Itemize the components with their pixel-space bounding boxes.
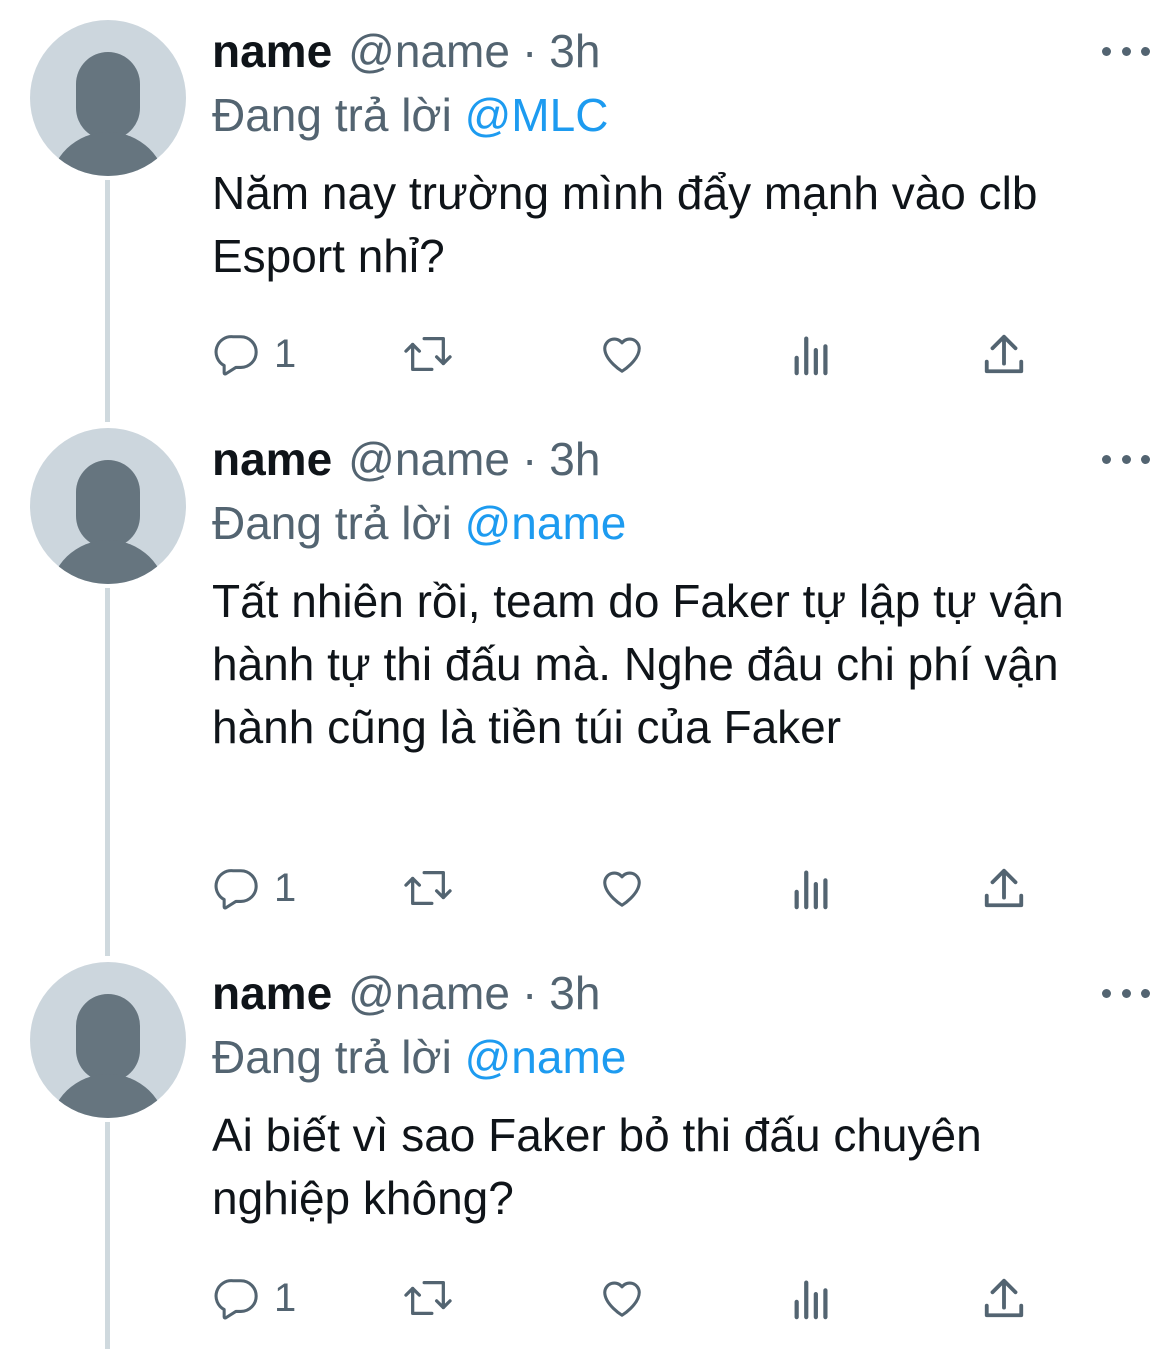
- reply-icon: [214, 335, 258, 376]
- share-button[interactable]: [982, 324, 1026, 384]
- tweet-text: Tất nhiên rồi, team do Faker tự lập tự v…: [212, 575, 1064, 753]
- display-name[interactable]: name: [212, 22, 332, 80]
- replying-to: Đang trả lời @name: [212, 494, 1130, 552]
- tweet-header: name @name · 3h: [212, 22, 1130, 80]
- action-bar: 1: [0, 324, 1024, 384]
- share-icon: [984, 868, 1024, 908]
- retweet-icon: [404, 1281, 452, 1315]
- analytics-icon: [794, 870, 828, 910]
- retweet-button[interactable]: [400, 324, 456, 384]
- share-button[interactable]: [982, 858, 1026, 918]
- avatar[interactable]: [30, 20, 186, 176]
- avatar[interactable]: [30, 962, 186, 1118]
- timestamp[interactable]: 3h: [549, 964, 600, 1022]
- like-button[interactable]: [598, 1268, 646, 1328]
- retweet-button[interactable]: [400, 858, 456, 918]
- replying-to-label: Đang trả lời: [212, 497, 452, 549]
- default-avatar-icon: [51, 460, 165, 584]
- like-button[interactable]: [598, 858, 646, 918]
- avatar[interactable]: [30, 428, 186, 584]
- timestamp[interactable]: 3h: [549, 22, 600, 80]
- display-name[interactable]: name: [212, 430, 332, 488]
- reply-icon: [214, 869, 258, 910]
- tweet[interactable]: name @name · 3h Đang trả lời @name Tất n…: [0, 408, 1170, 948]
- timestamp[interactable]: 3h: [549, 430, 600, 488]
- reply-button[interactable]: 1: [214, 1268, 296, 1328]
- replying-to: Đang trả lời @MLC: [212, 86, 1130, 144]
- user-handle[interactable]: @name: [348, 964, 510, 1022]
- heart-icon: [603, 1281, 641, 1317]
- tweet-header: name @name · 3h: [212, 430, 1130, 488]
- tweet-content: name @name · 3h Đang trả lời @MLC Năm na…: [212, 22, 1130, 288]
- reply-icon: [214, 1279, 258, 1320]
- replying-to: Đang trả lời @name: [212, 1028, 1130, 1086]
- like-button[interactable]: [598, 324, 646, 384]
- retweet-icon: [404, 337, 452, 371]
- mention-link[interactable]: @name: [465, 1031, 627, 1083]
- reply-count: 1: [274, 865, 297, 910]
- more-icon[interactable]: [1102, 36, 1150, 66]
- tweet[interactable]: name @name · 3h Đang trả lời @MLC Năm na…: [0, 0, 1170, 410]
- reply-count: 1: [274, 1275, 297, 1320]
- reply-count: 1: [274, 331, 297, 376]
- more-icon[interactable]: [1102, 978, 1150, 1008]
- views-button[interactable]: [792, 1268, 832, 1328]
- retweet-icon: [404, 871, 452, 905]
- action-bar: 1: [0, 1268, 1024, 1328]
- reply-button[interactable]: 1: [214, 324, 296, 384]
- analytics-icon: [794, 336, 828, 376]
- mention-link[interactable]: @MLC: [465, 89, 609, 141]
- analytics-icon: [794, 1280, 828, 1320]
- tweet[interactable]: name @name · 3h Đang trả lời @name Ai bi…: [0, 942, 1170, 1349]
- tweet-content: name @name · 3h Đang trả lời @name Ai bi…: [212, 964, 1130, 1230]
- action-bar: 1: [0, 858, 1024, 918]
- heart-icon: [603, 337, 641, 373]
- replying-to-label: Đang trả lời: [212, 89, 452, 141]
- tweet-content: name @name · 3h Đang trả lời @name Tất n…: [212, 430, 1130, 759]
- display-name[interactable]: name: [212, 964, 332, 1022]
- default-avatar-icon: [51, 52, 165, 176]
- user-handle[interactable]: @name: [348, 430, 510, 488]
- separator: ·: [521, 25, 538, 77]
- heart-icon: [603, 871, 641, 907]
- tweet-header: name @name · 3h: [212, 964, 1130, 1022]
- separator: ·: [521, 967, 538, 1019]
- more-icon[interactable]: [1102, 444, 1150, 474]
- default-avatar-icon: [51, 994, 165, 1118]
- views-button[interactable]: [792, 858, 832, 918]
- mention-link[interactable]: @name: [465, 497, 627, 549]
- views-button[interactable]: [792, 324, 832, 384]
- tweet-text: Ai biết vì sao Faker bỏ thi đấu chuyên n…: [212, 1109, 982, 1224]
- replying-to-label: Đang trả lời: [212, 1031, 452, 1083]
- tweet-text: Năm nay trường mình đẩy mạnh vào clb Esp…: [212, 167, 1038, 282]
- reply-button[interactable]: 1: [214, 858, 296, 918]
- share-icon: [984, 1278, 1024, 1318]
- share-button[interactable]: [982, 1268, 1026, 1328]
- separator: ·: [521, 433, 538, 485]
- user-handle[interactable]: @name: [348, 22, 510, 80]
- share-icon: [984, 334, 1024, 374]
- retweet-button[interactable]: [400, 1268, 456, 1328]
